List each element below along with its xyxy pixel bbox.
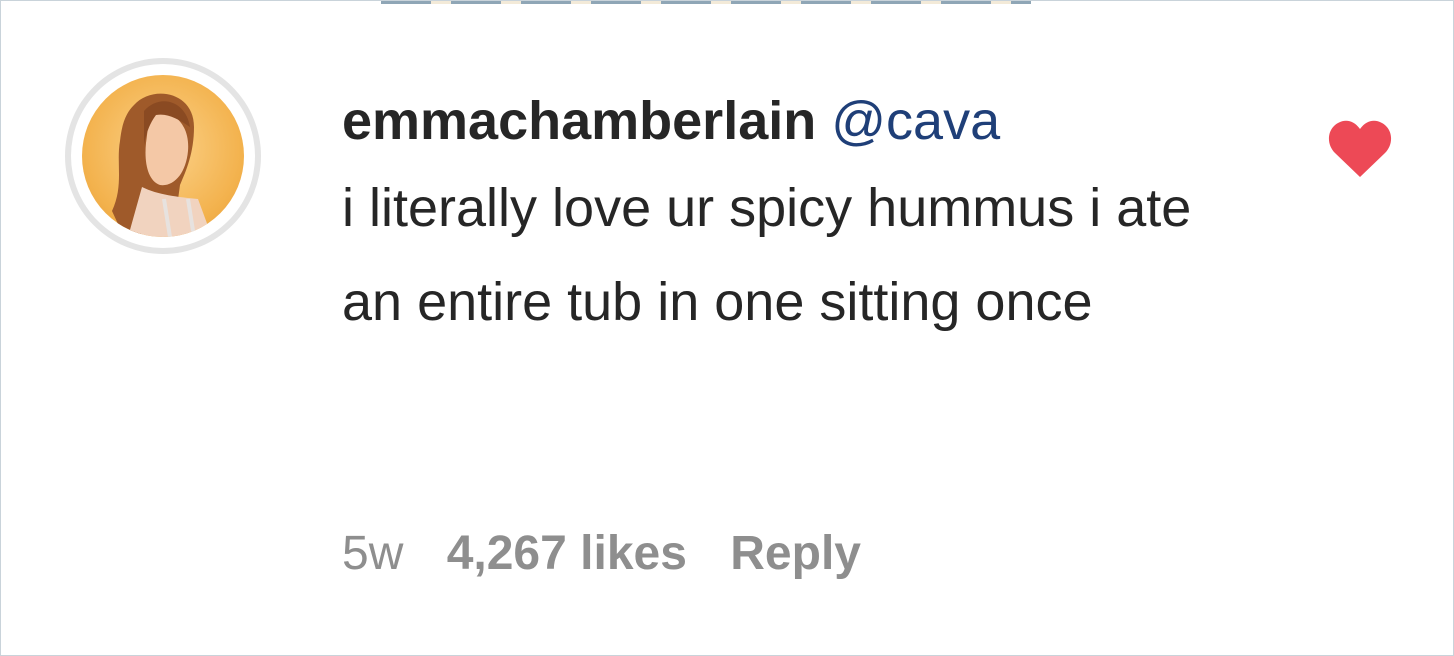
avatar[interactable] xyxy=(65,58,261,254)
comment-age: 5w xyxy=(342,527,404,580)
avatar-image xyxy=(82,75,244,237)
comment-likes[interactable]: 4,267 likes xyxy=(447,527,687,580)
comment-username[interactable]: emmachamberlain xyxy=(342,91,816,151)
comment-header: emmachamberlain @cava xyxy=(342,83,1292,159)
comment-mention[interactable]: @cava xyxy=(831,91,1000,151)
reply-button[interactable]: Reply xyxy=(730,527,861,580)
heart-icon[interactable] xyxy=(1327,119,1393,179)
comment-body: emmachamberlain @cava i literally love u… xyxy=(342,83,1292,349)
top-image-edge xyxy=(381,1,1031,4)
comment-meta: 5w 4,267 likes Reply xyxy=(342,519,891,589)
comment-card: emmachamberlain @cava i literally love u… xyxy=(0,0,1454,656)
comment-text: i literally love ur spicy hummus i ate a… xyxy=(342,178,1192,332)
